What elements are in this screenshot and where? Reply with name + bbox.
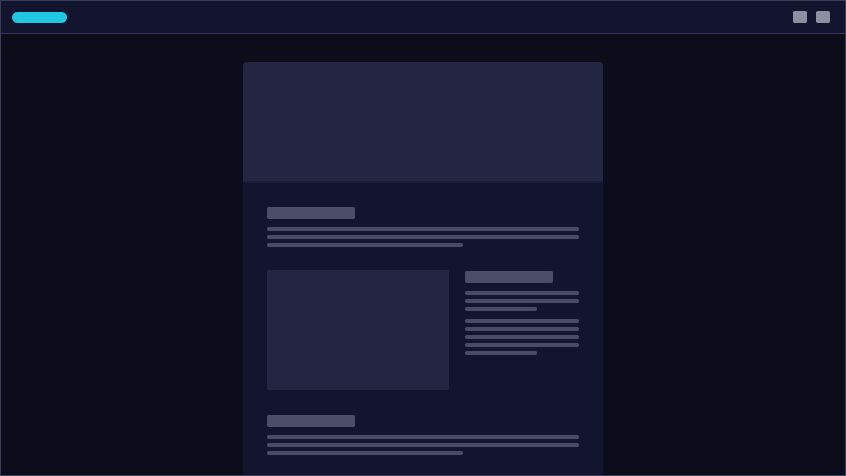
text-line-placeholder xyxy=(267,243,463,247)
text-line-placeholder xyxy=(267,443,579,447)
top-bar xyxy=(1,1,845,34)
text-line-placeholder xyxy=(465,299,579,303)
app-window xyxy=(0,0,846,476)
text-line-placeholder xyxy=(267,235,579,239)
divider xyxy=(243,181,603,183)
text-line-placeholder xyxy=(465,335,579,339)
section-heading-placeholder xyxy=(465,271,553,283)
text-line-placeholder xyxy=(465,319,579,323)
window-control-button[interactable] xyxy=(816,11,830,23)
section-heading-placeholder xyxy=(267,207,355,219)
text-line-placeholder xyxy=(465,327,579,331)
text-line-placeholder xyxy=(465,291,579,295)
text-line-placeholder xyxy=(465,343,579,347)
text-line-placeholder xyxy=(465,307,537,311)
text-line-placeholder xyxy=(465,351,537,355)
text-line-placeholder xyxy=(267,227,579,231)
media-placeholder xyxy=(267,270,449,390)
text-line-placeholder xyxy=(267,435,579,439)
logo-pill[interactable] xyxy=(12,12,67,23)
hero-image-placeholder xyxy=(243,62,603,181)
document-panel xyxy=(243,62,603,475)
text-line-placeholder xyxy=(267,451,463,455)
window-control-button[interactable] xyxy=(793,11,807,23)
section-heading-placeholder xyxy=(267,415,355,427)
